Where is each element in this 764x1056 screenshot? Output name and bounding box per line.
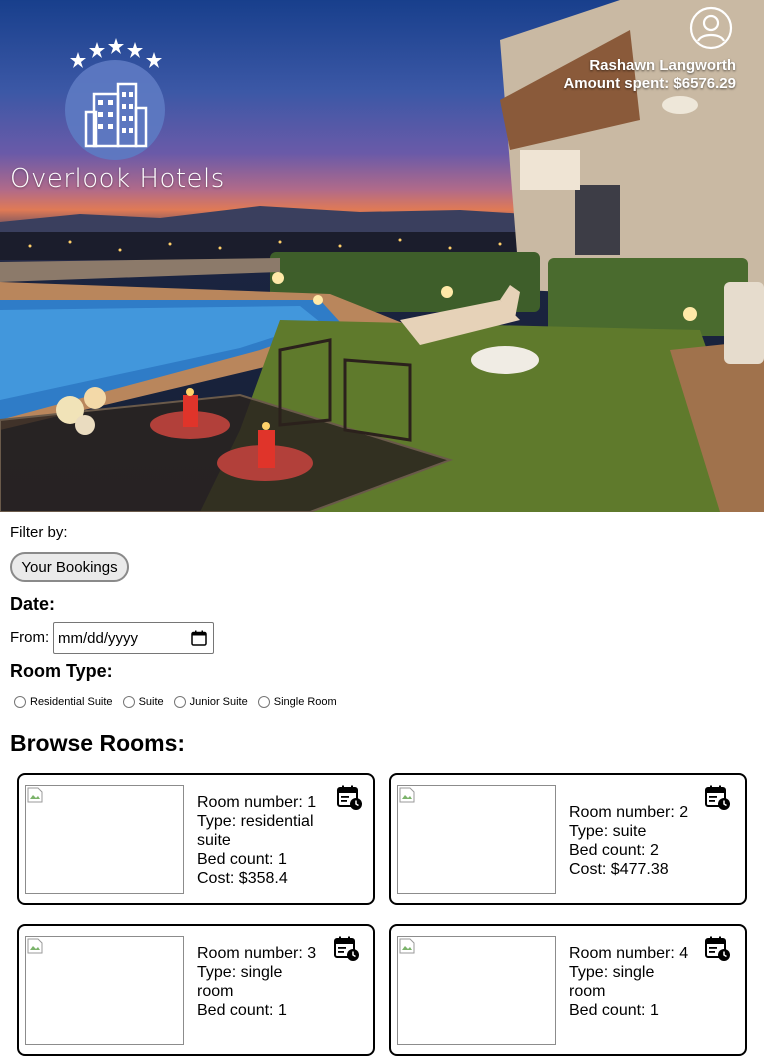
room-card[interactable]: Room number: 2 Type: suite Bed count: 2 … [389, 773, 747, 905]
book-calendar-icon[interactable] [705, 936, 731, 962]
room-number: Room number: 3 [197, 945, 317, 962]
your-bookings-button[interactable]: Your Bookings [10, 552, 129, 582]
radio-residential-suite[interactable]: Residential Suite [14, 696, 113, 708]
broken-image-icon [399, 787, 415, 803]
hero-banner: Overlook Hotels Rashawn Langworth Amount… [0, 0, 764, 512]
browse-rooms-heading: Browse Rooms: [10, 730, 186, 756]
room-info: Room number: 4 Type: single room Bed cou… [569, 944, 699, 1020]
filter-by-label: Filter by: [10, 524, 68, 541]
room-image [25, 785, 184, 894]
room-number: Room number: 2 [569, 804, 689, 821]
room-number: Room number: 1 [197, 794, 317, 811]
user-circle-icon[interactable] [689, 6, 733, 50]
radio-button[interactable] [173, 696, 186, 708]
radio-button[interactable] [14, 696, 26, 708]
room-image [397, 785, 556, 894]
room-info: Room number: 2 Type: suite Bed count: 2 … [569, 803, 699, 879]
bed-count: Bed count: 2 [569, 842, 659, 859]
book-calendar-icon[interactable] [334, 936, 360, 962]
calendar-icon[interactable] [191, 630, 207, 646]
room-image [397, 936, 556, 1045]
room-info: Room number: 1 Type: residential suite B… [197, 793, 327, 888]
radio-label: Junior Suite [189, 696, 248, 708]
radio-label: Suite [138, 696, 164, 708]
radio-label: Single Room [273, 696, 337, 708]
date-placeholder: mm/dd/yyyy [58, 630, 139, 647]
broken-image-icon [27, 787, 43, 803]
from-date-input[interactable]: mm/dd/yyyy [53, 622, 214, 654]
radio-suite[interactable]: Suite [122, 696, 164, 708]
room-type-heading: Room Type: [10, 661, 113, 681]
room-type: Type: single room [197, 964, 283, 1000]
radio-junior-suite[interactable]: Junior Suite [173, 696, 248, 708]
book-calendar-icon[interactable] [337, 785, 363, 811]
room-card[interactable]: Room number: 3 Type: single room Bed cou… [17, 924, 375, 1056]
room-info: Room number: 3 Type: single room Bed cou… [197, 944, 327, 1020]
date-heading: Date: [10, 594, 56, 614]
book-calendar-icon[interactable] [705, 785, 731, 811]
room-cost: Cost: $358.4 [197, 870, 288, 887]
room-type: Type: residential suite [197, 813, 314, 849]
broken-image-icon [399, 938, 415, 954]
amount-spent: Amount spent: $6576.29 [563, 75, 736, 92]
brand-name: Overlook Hotels [10, 164, 225, 194]
from-label: From: [10, 629, 50, 646]
room-cost: Cost: $477.38 [569, 861, 669, 878]
bed-count: Bed count: 1 [197, 851, 287, 868]
room-number: Room number: 4 [569, 945, 689, 962]
room-image [25, 936, 184, 1045]
radio-button[interactable] [257, 696, 270, 708]
broken-image-icon [27, 938, 43, 954]
room-type: Type: suite [569, 823, 647, 840]
room-type-options: Residential Suite Suite Junior Suite Sin… [14, 696, 347, 708]
bed-count: Bed count: 1 [569, 1002, 659, 1019]
radio-label: Residential Suite [30, 696, 113, 708]
room-type: Type: single room [569, 964, 655, 1000]
room-card[interactable]: Room number: 1 Type: residential suite B… [17, 773, 375, 905]
radio-single-room[interactable]: Single Room [257, 696, 337, 708]
bed-count: Bed count: 1 [197, 1002, 287, 1019]
room-card[interactable]: Room number: 4 Type: single room Bed cou… [389, 924, 747, 1056]
radio-button[interactable] [122, 696, 135, 708]
user-name: Rashawn Langworth [589, 57, 736, 74]
